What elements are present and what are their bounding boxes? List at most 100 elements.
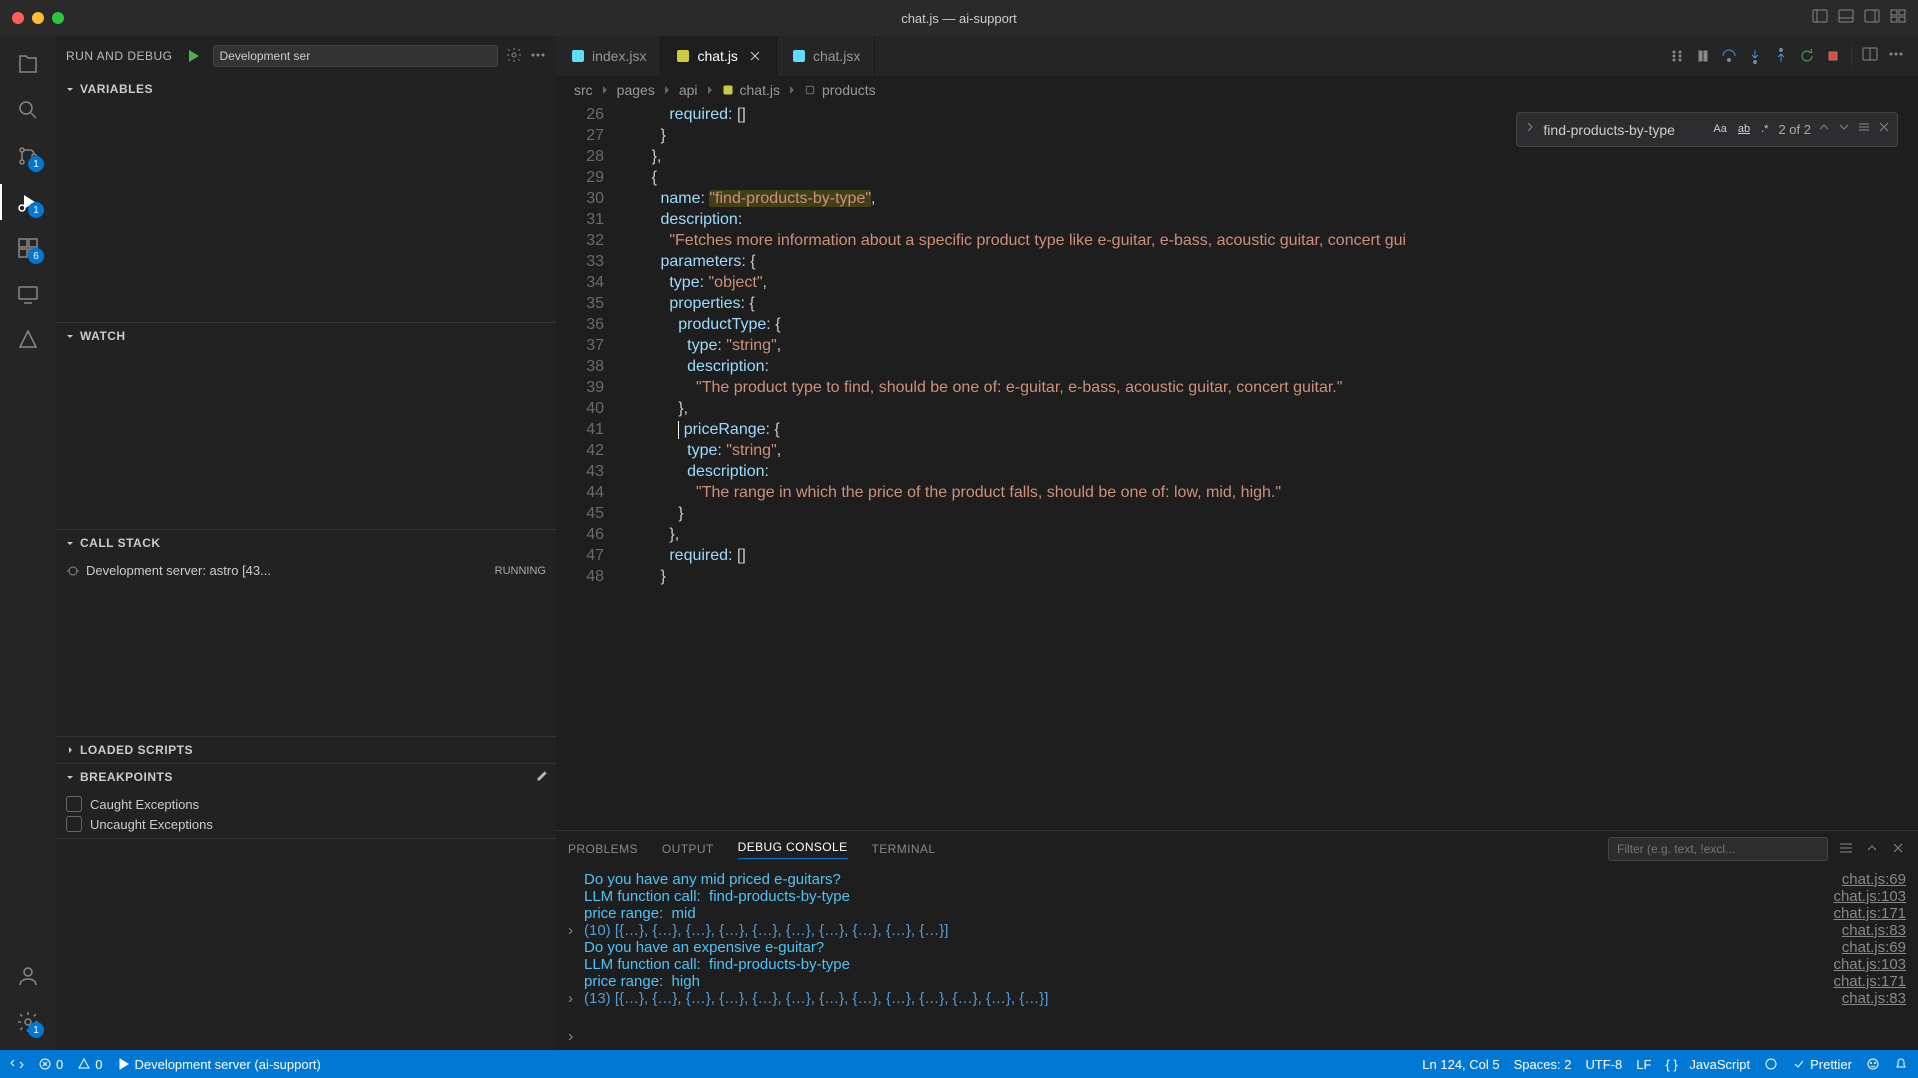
- breakpoint-uncaught[interactable]: Uncaught Exceptions: [56, 814, 556, 834]
- language-mode[interactable]: { } JavaScript: [1665, 1057, 1750, 1072]
- explorer-icon[interactable]: [10, 46, 46, 82]
- log-line[interactable]: LLM function call: find-products-by-type…: [568, 956, 1906, 973]
- azure-icon[interactable]: [10, 322, 46, 358]
- breadcrumb-item[interactable]: src: [574, 82, 593, 98]
- close-window[interactable]: [12, 12, 24, 24]
- extensions-icon[interactable]: 6: [10, 230, 46, 266]
- step-over-icon[interactable]: [1719, 46, 1739, 66]
- panel-tab-debug-console[interactable]: DEBUG CONSOLE: [738, 840, 848, 859]
- log-line[interactable]: ›(13) [{…}, {…}, {…}, {…}, {…}, {…}, {…}…: [568, 990, 1906, 1007]
- variables-section[interactable]: VARIABLES: [56, 76, 556, 102]
- panel-tab-problems[interactable]: PROBLEMS: [568, 842, 638, 856]
- chevron-up-icon[interactable]: [1864, 840, 1880, 859]
- errors-button[interactable]: 0: [38, 1057, 63, 1072]
- checkbox[interactable]: [66, 816, 82, 832]
- log-line[interactable]: price range: midchat.js:171: [568, 905, 1906, 922]
- prettier-button[interactable]: Prettier: [1792, 1057, 1852, 1072]
- cursor-position[interactable]: Ln 124, Col 5: [1422, 1057, 1499, 1072]
- log-line[interactable]: Do you have an expensive e-guitar?chat.j…: [568, 939, 1906, 956]
- step-into-icon[interactable]: [1745, 46, 1765, 66]
- expand-icon[interactable]: [568, 956, 584, 973]
- checkbox[interactable]: [66, 796, 82, 812]
- stop-icon[interactable]: [1823, 46, 1843, 66]
- find-selection-icon[interactable]: [1857, 119, 1871, 140]
- log-source-link[interactable]: chat.js:69: [1822, 939, 1906, 956]
- more-icon[interactable]: [530, 47, 546, 66]
- source-control-icon[interactable]: 1: [10, 138, 46, 174]
- find-input[interactable]: [1543, 122, 1703, 138]
- expand-icon[interactable]: [568, 871, 584, 888]
- pause-icon[interactable]: [1693, 46, 1713, 66]
- minimize-window[interactable]: [32, 12, 44, 24]
- callstack-item[interactable]: Development server: astro [43... RUNNING: [56, 560, 556, 581]
- breakpoint-caught[interactable]: Caught Exceptions: [56, 794, 556, 814]
- warnings-button[interactable]: 0: [77, 1057, 102, 1072]
- layout-sidebar-left-icon[interactable]: [1812, 8, 1828, 29]
- eol[interactable]: LF: [1636, 1057, 1651, 1072]
- log-source-link[interactable]: chat.js:83: [1822, 990, 1906, 1007]
- debug-config-select[interactable]: Development ser: [213, 45, 498, 67]
- loaded-scripts-section[interactable]: LOADED SCRIPTS: [56, 737, 556, 763]
- log-source-link[interactable]: chat.js:103: [1813, 888, 1906, 905]
- encoding[interactable]: UTF-8: [1585, 1057, 1622, 1072]
- search-icon[interactable]: [10, 92, 46, 128]
- list-icon[interactable]: [1838, 840, 1854, 859]
- code-editor[interactable]: 2627282930313233343536373839404142434445…: [556, 104, 1918, 830]
- regex-icon[interactable]: .*: [1757, 117, 1772, 142]
- next-match-icon[interactable]: [1837, 119, 1851, 140]
- indent-spaces[interactable]: Spaces: 2: [1514, 1057, 1572, 1072]
- notifications-icon[interactable]: [1894, 1057, 1908, 1071]
- breadcrumb[interactable]: src pages api chat.js products: [556, 76, 1918, 104]
- expand-icon[interactable]: [568, 939, 584, 956]
- restart-icon[interactable]: [1797, 46, 1817, 66]
- expand-icon[interactable]: ›: [568, 922, 584, 939]
- whole-word-icon[interactable]: ab: [1734, 117, 1754, 142]
- close-tab-icon[interactable]: [748, 49, 762, 63]
- maximize-window[interactable]: [52, 12, 64, 24]
- log-line[interactable]: LLM function call: find-products-by-type…: [568, 888, 1906, 905]
- log-source-link[interactable]: chat.js:171: [1813, 905, 1906, 922]
- panel-tab-output[interactable]: OUTPUT: [662, 842, 714, 856]
- log-line[interactable]: price range: highchat.js:171: [568, 973, 1906, 990]
- tab-chat.js[interactable]: chat.js: [661, 36, 776, 76]
- start-debug-button[interactable]: [181, 44, 205, 68]
- expand-icon[interactable]: [568, 905, 584, 922]
- close-panel-icon[interactable]: [1890, 840, 1906, 859]
- more-actions-icon[interactable]: [1888, 46, 1904, 67]
- tab-index.jsx[interactable]: index.jsx: [556, 36, 661, 76]
- feedback-icon[interactable]: [1866, 1057, 1880, 1071]
- remote-icon[interactable]: [10, 276, 46, 312]
- panel-filter-input[interactable]: [1608, 837, 1828, 861]
- log-source-link[interactable]: chat.js:103: [1813, 956, 1906, 973]
- edit-icon[interactable]: [536, 770, 548, 785]
- breadcrumb-item[interactable]: pages: [617, 82, 655, 98]
- launch-config[interactable]: Development server (ai-support): [116, 1057, 320, 1072]
- settings-icon[interactable]: 1: [10, 1004, 46, 1040]
- live-share-icon[interactable]: [1764, 1057, 1778, 1071]
- match-case-icon[interactable]: Aa: [1709, 117, 1730, 142]
- panel-tab-terminal[interactable]: TERMINAL: [872, 842, 936, 856]
- run-debug-icon[interactable]: 1: [10, 184, 46, 220]
- log-line[interactable]: Do you have any mid priced e-guitars?cha…: [568, 871, 1906, 888]
- split-editor-icon[interactable]: [1862, 46, 1878, 67]
- watch-section[interactable]: WATCH: [56, 323, 556, 349]
- breadcrumb-item[interactable]: chat.js: [740, 82, 780, 98]
- breadcrumb-item[interactable]: api: [679, 82, 698, 98]
- layout-customize-icon[interactable]: [1890, 8, 1906, 29]
- expand-icon[interactable]: [568, 888, 584, 905]
- log-source-link[interactable]: chat.js:171: [1813, 973, 1906, 990]
- log-source-link[interactable]: chat.js:69: [1822, 871, 1906, 888]
- tab-chat.jsx[interactable]: chat.jsx: [777, 36, 875, 76]
- layout-sidebar-right-icon[interactable]: [1864, 8, 1880, 29]
- gear-icon[interactable]: [506, 47, 522, 66]
- drag-handle-icon[interactable]: [1667, 46, 1687, 66]
- log-source-link[interactable]: chat.js:83: [1822, 922, 1906, 939]
- breadcrumb-item[interactable]: products: [822, 82, 876, 98]
- step-out-icon[interactable]: [1771, 46, 1791, 66]
- expand-icon[interactable]: ›: [568, 990, 584, 1007]
- log-line[interactable]: ›(10) [{…}, {…}, {…}, {…}, {…}, {…}, {…}…: [568, 922, 1906, 939]
- account-icon[interactable]: [10, 958, 46, 994]
- close-find-icon[interactable]: [1877, 119, 1891, 140]
- breakpoints-section[interactable]: BREAKPOINTS: [56, 764, 556, 790]
- expand-icon[interactable]: [568, 973, 584, 990]
